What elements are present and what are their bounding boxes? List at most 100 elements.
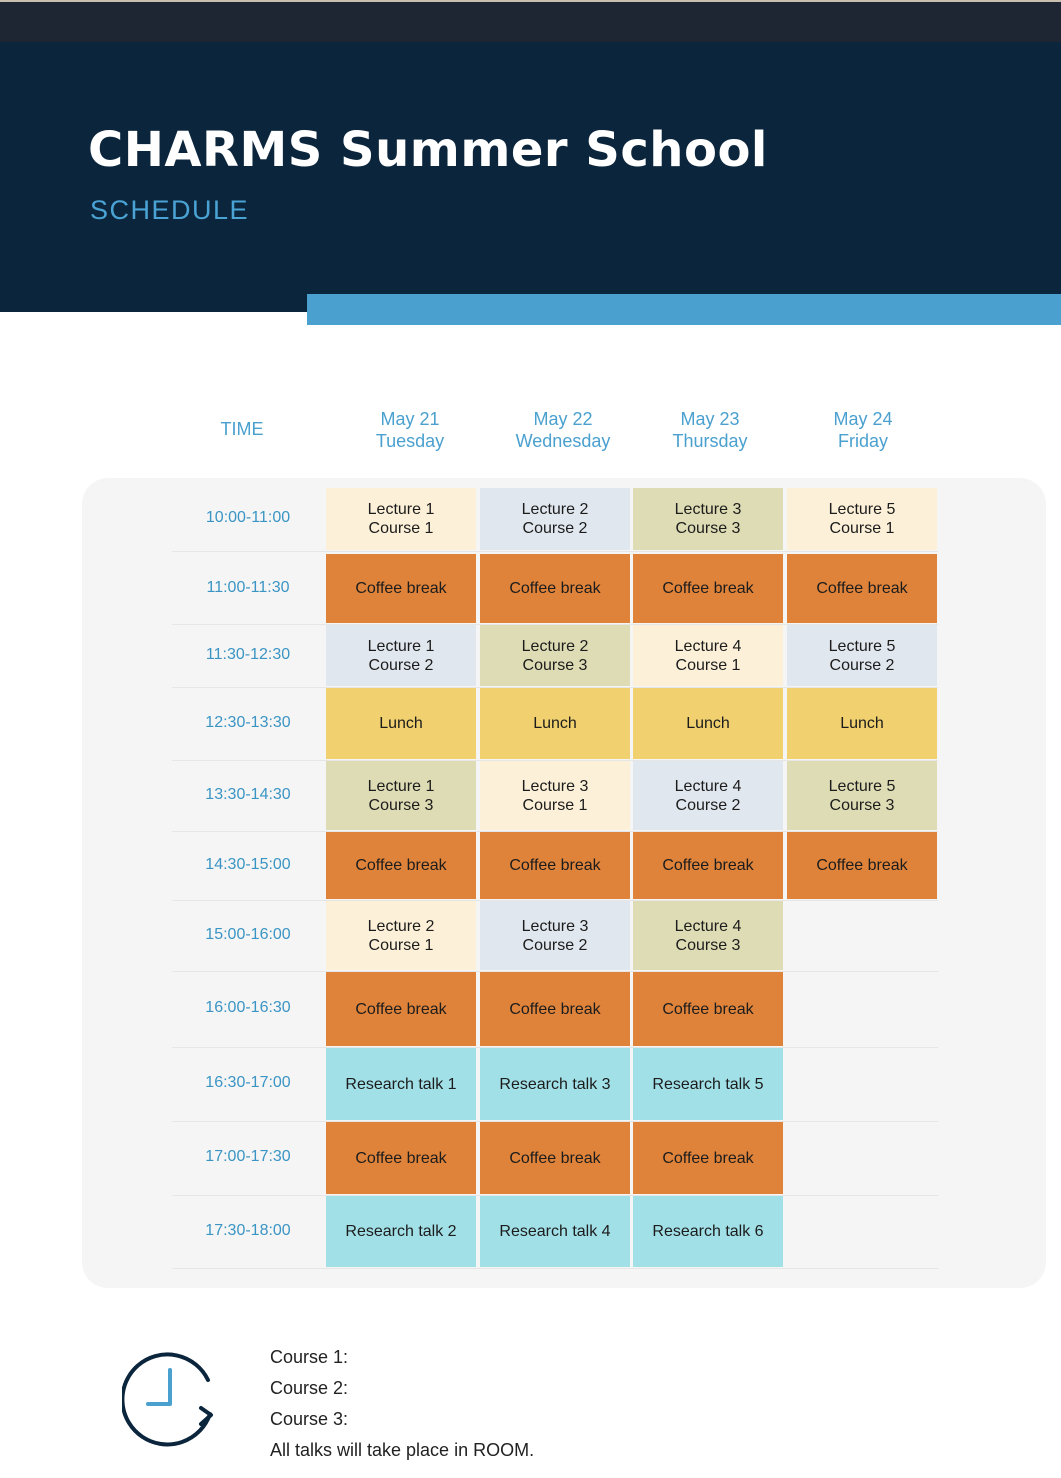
schedule-cell-coffee-break: Coffee break	[326, 554, 476, 623]
cell-text: Lecture 5	[828, 501, 896, 518]
cell-text: Lecture 2	[521, 501, 589, 518]
day-column-header: May 23 Thursday	[630, 408, 790, 452]
cell-text: Coffee break	[355, 580, 447, 597]
schedule-cell-course1: Lecture 1 Course 1	[326, 488, 476, 550]
cell-text: Coffee break	[662, 857, 754, 874]
cell-text: Lunch	[686, 715, 730, 732]
day-column-header: May 21 Tuesday	[330, 408, 490, 452]
cell-text: Course 2	[368, 656, 434, 674]
cell-text: Coffee break	[355, 857, 447, 874]
cell-text: Course 3	[675, 936, 741, 954]
top-bar	[0, 0, 1061, 42]
schedule-cell-course3: Lecture 5 Course 3	[787, 761, 937, 830]
day-date: May 21	[380, 409, 440, 429]
cell-text: Coffee break	[662, 1149, 754, 1167]
cell-text: Coffee break	[509, 857, 601, 874]
cell-text: Coffee break	[355, 1149, 447, 1167]
time-slot-label: 13:30-14:30	[205, 785, 291, 803]
day-date: May 24	[833, 409, 893, 429]
cell-text: Course 2	[675, 796, 741, 814]
time-slot-label: 14:30-15:00	[205, 855, 291, 873]
cell-text: Course 2	[522, 936, 588, 954]
cell-text: Lecture 4	[674, 917, 742, 935]
cell-text: Course 1	[675, 656, 741, 674]
cell-text: Lecture 5	[828, 637, 896, 655]
cell-text: Research talk 1	[345, 1075, 457, 1093]
schedule-cell-course2: Lecture 3 Course 2	[480, 901, 630, 970]
accent-bar	[307, 294, 1061, 325]
page-subtitle: SCHEDULE	[90, 195, 250, 225]
cell-text: Lecture 3	[521, 777, 589, 795]
schedule-cell-research-talk: Research talk 3	[480, 1048, 630, 1120]
cell-text: Research talk 4	[499, 1223, 611, 1240]
cell-text: Research talk 6	[652, 1223, 764, 1240]
cell-text: Lecture 2	[367, 917, 435, 935]
schedule-cell-coffee-break: Coffee break	[787, 832, 937, 899]
schedule-cell-coffee-break: Coffee break	[633, 972, 783, 1046]
time-column-header: TIME	[220, 419, 264, 439]
legend-line: Course 2:	[270, 1378, 349, 1398]
row-divider	[172, 1268, 938, 1269]
day-date: May 22	[533, 409, 593, 429]
schedule-cell-course1: Lecture 3 Course 1	[480, 761, 630, 830]
schedule-cell-research-talk: Research talk 6	[633, 1196, 783, 1267]
cell-text: Coffee break	[509, 1149, 601, 1167]
cell-text: Coffee break	[816, 580, 908, 597]
cell-text: Coffee break	[662, 580, 754, 597]
schedule-cell-coffee-break: Coffee break	[480, 972, 630, 1046]
cell-text: Lecture 4	[674, 777, 742, 795]
day-date: May 23	[680, 409, 740, 429]
schedule-cell-coffee-break: Coffee break	[326, 1122, 476, 1194]
time-slot-label: 16:00-16:30	[205, 999, 291, 1016]
time-slot-label: 11:30-12:30	[205, 645, 291, 663]
cell-text: Lecture 1	[367, 777, 435, 795]
day-weekday: Wednesday	[515, 431, 611, 451]
schedule-cell-coffee-break: Coffee break	[480, 554, 630, 623]
schedule-cell-lunch: Lunch	[633, 688, 783, 759]
day-column-header: May 22 Wednesday	[483, 408, 643, 452]
schedule-cell-research-talk: Research talk 5	[633, 1048, 783, 1120]
cell-text: Lecture 3	[674, 501, 742, 518]
time-slot-label: 15:00-16:00	[205, 925, 291, 943]
schedule-cell-research-talk: Research talk 2	[326, 1196, 476, 1267]
schedule-cell-coffee-break: Coffee break	[633, 832, 783, 899]
legend: Course 1: Course 2: Course 3: All talks …	[270, 1342, 534, 1466]
time-slot-label: 10:00-11:00	[205, 509, 291, 526]
cell-text: Coffee break	[355, 1000, 447, 1018]
clock-refresh-icon	[122, 1352, 213, 1447]
legend-line: Course 3:	[270, 1409, 349, 1429]
cell-text: Coffee break	[509, 1000, 601, 1018]
cell-text: Lunch	[533, 715, 577, 732]
cell-text: Course 2	[522, 520, 588, 537]
schedule-cell-course2: Lecture 4 Course 2	[633, 761, 783, 830]
schedule-cell-coffee-break: Coffee break	[326, 972, 476, 1046]
cell-text: Course 3	[675, 520, 741, 537]
cell-text: Course 1	[368, 936, 434, 954]
row-divider	[172, 551, 938, 552]
cell-text: Coffee break	[816, 857, 908, 874]
legend-line: Course 1:	[270, 1347, 349, 1367]
cell-text: Lecture 4	[674, 637, 742, 655]
cell-text: Lunch	[379, 715, 423, 732]
schedule-cell-course3: Lecture 2 Course 3	[480, 625, 630, 686]
schedule-cell-course2: Lecture 1 Course 2	[326, 625, 476, 686]
schedule-cell-course1: Lecture 4 Course 1	[633, 625, 783, 686]
schedule-cell-course2: Lecture 5 Course 2	[787, 625, 937, 686]
day-column-header: May 24 Friday	[783, 408, 943, 452]
cell-text: Research talk 2	[345, 1223, 457, 1240]
cell-text: Research talk 3	[499, 1075, 611, 1093]
schedule-cell-coffee-break: Coffee break	[633, 1122, 783, 1194]
schedule-cell-research-talk: Research talk 1	[326, 1048, 476, 1120]
time-slot-label: 16:30-17:00	[205, 1074, 291, 1091]
schedule-cell-course1: Lecture 2 Course 1	[326, 901, 476, 970]
time-slot-label: 12:30-13:30	[205, 713, 291, 731]
cell-text: Research talk 5	[652, 1075, 764, 1093]
cell-text: Lecture 5	[828, 777, 896, 795]
schedule-cell-lunch: Lunch	[480, 688, 630, 759]
cell-text: Course 2	[829, 656, 895, 674]
schedule-cell-lunch: Lunch	[787, 688, 937, 759]
page-title: CHARMS Summer School	[88, 122, 768, 178]
cell-text: Coffee break	[509, 580, 601, 597]
cell-text: Course 1	[522, 796, 588, 814]
cell-text: Coffee break	[662, 1000, 754, 1018]
